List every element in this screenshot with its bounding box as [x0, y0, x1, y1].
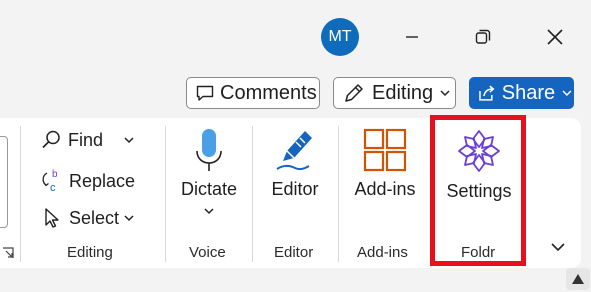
- chevron-down-icon: [551, 243, 565, 252]
- ribbon-options-button[interactable]: [549, 238, 567, 261]
- addins-button[interactable]: Add-ins: [348, 127, 422, 207]
- close-button[interactable]: [540, 22, 570, 52]
- chevron-down-icon: [124, 215, 134, 222]
- svg-text:b: b: [52, 169, 58, 180]
- editing-group-label: Editing: [67, 244, 113, 261]
- dialog-launcher-icon: [3, 247, 14, 258]
- dictate-button[interactable]: Dictate: [175, 127, 243, 231]
- editor-pen-icon: [276, 131, 312, 171]
- editor-label: Editor: [271, 179, 319, 199]
- addins-label: Add-ins: [354, 179, 416, 199]
- chevron-down-icon: [204, 208, 214, 215]
- styles-gallery-edge[interactable]: [0, 136, 8, 228]
- select-dropdown[interactable]: Select: [42, 207, 135, 229]
- comment-icon: [196, 85, 214, 101]
- group-separator: [20, 126, 21, 262]
- editor-button[interactable]: Editor: [262, 127, 328, 207]
- group-separator: [165, 126, 166, 262]
- group-separator: [338, 126, 339, 262]
- restore-icon: [475, 29, 491, 44]
- find-button[interactable]: Find: [40, 129, 135, 151]
- scroll-up-button[interactable]: [566, 268, 590, 290]
- pencil-icon: [345, 84, 363, 102]
- user-avatar[interactable]: MT: [321, 18, 359, 56]
- highlight-box: [430, 115, 526, 266]
- editing-mode-dropdown[interactable]: Editing: [333, 77, 456, 109]
- chevron-down-icon: [124, 137, 134, 144]
- close-icon: [547, 29, 563, 45]
- comments-label: Comments: [220, 81, 317, 104]
- share-label: Share: [501, 81, 556, 104]
- triangle-up-icon: [572, 274, 584, 284]
- addins-grid-icon: [363, 128, 407, 172]
- search-icon: [42, 130, 60, 149]
- minimize-button[interactable]: [397, 22, 427, 52]
- editing-mode-label: Editing: [372, 81, 434, 104]
- styles-launcher-button[interactable]: [2, 246, 14, 264]
- chevron-down-icon: [440, 90, 450, 97]
- cursor-arrow-icon: [45, 208, 59, 228]
- editor-group-label: Editor: [274, 244, 314, 261]
- addins-group-label: Add-ins: [357, 244, 408, 261]
- chevron-down-icon: [562, 90, 572, 97]
- share-icon: [479, 85, 495, 101]
- share-button[interactable]: Share: [469, 77, 574, 109]
- microphone-icon: [196, 129, 222, 171]
- voice-group-label: Voice: [189, 244, 226, 261]
- replace-label: Replace: [69, 170, 136, 191]
- comments-button[interactable]: Comments: [186, 77, 320, 109]
- dictate-label: Dictate: [180, 179, 238, 199]
- replace-icon: b c: [42, 169, 58, 194]
- svg-text:c: c: [50, 182, 56, 194]
- minimize-icon: [406, 36, 418, 38]
- select-label: Select: [69, 207, 120, 228]
- group-separator: [252, 126, 253, 262]
- find-label: Find: [68, 129, 104, 150]
- restore-button[interactable]: [468, 22, 498, 52]
- replace-button[interactable]: b c Replace: [40, 168, 135, 194]
